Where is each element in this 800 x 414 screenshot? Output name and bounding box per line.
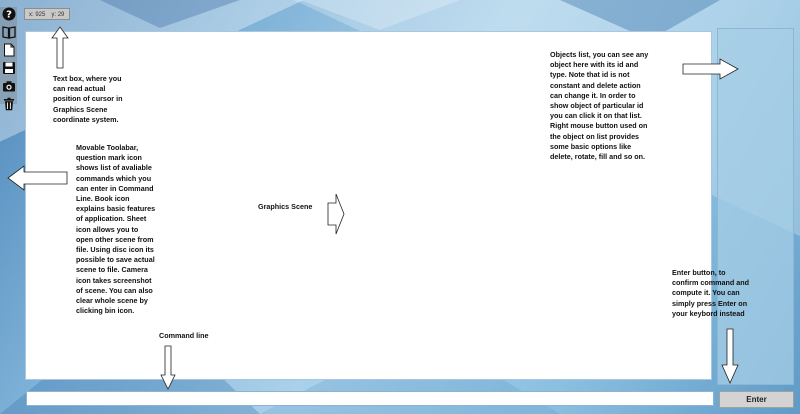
book-icon	[1, 26, 16, 39]
screenshot-button[interactable]	[2, 79, 16, 93]
save-button[interactable]	[2, 61, 16, 75]
svg-text:?: ?	[6, 10, 12, 21]
book-button[interactable]	[1, 25, 16, 39]
sheet-icon	[3, 43, 14, 57]
bin-icon	[3, 97, 14, 111]
arrow-right-icon	[327, 193, 345, 235]
camera-icon	[2, 81, 15, 92]
question-mark-icon: ?	[2, 7, 15, 21]
enter-button[interactable]: Enter	[719, 391, 794, 408]
arrow-down-enter-icon	[721, 328, 739, 384]
toolbar: ?	[0, 7, 17, 111]
clear-scene-button[interactable]	[2, 97, 16, 111]
open-sheet-button[interactable]	[2, 43, 16, 57]
graphics-scene-annotation: Graphics Scene	[258, 202, 313, 211]
cursor-y: y: 29	[51, 12, 65, 18]
toolbar-annotation: Movable Toolabar, question mark icon sho…	[76, 143, 156, 316]
arrow-left-icon	[7, 165, 68, 191]
cursor-x: x: 925	[29, 12, 46, 18]
disc-icon	[2, 62, 15, 74]
command-line-annotation: Command line	[159, 331, 209, 340]
text-box-annotation: Text box, where you can read actual posi…	[53, 74, 123, 124]
help-button[interactable]: ?	[2, 7, 16, 21]
arrow-right-objects-icon	[682, 58, 739, 80]
command-line-input[interactable]	[26, 391, 714, 406]
arrow-down-icon	[160, 345, 176, 390]
objects-list-annotation: Objects list, you can see any object her…	[550, 50, 649, 162]
enter-button-annotation: Enter button, to confirm command and com…	[672, 268, 750, 318]
arrow-up-icon	[51, 26, 69, 69]
cursor-coordinates-box: x: 925 y: 29	[24, 8, 70, 20]
